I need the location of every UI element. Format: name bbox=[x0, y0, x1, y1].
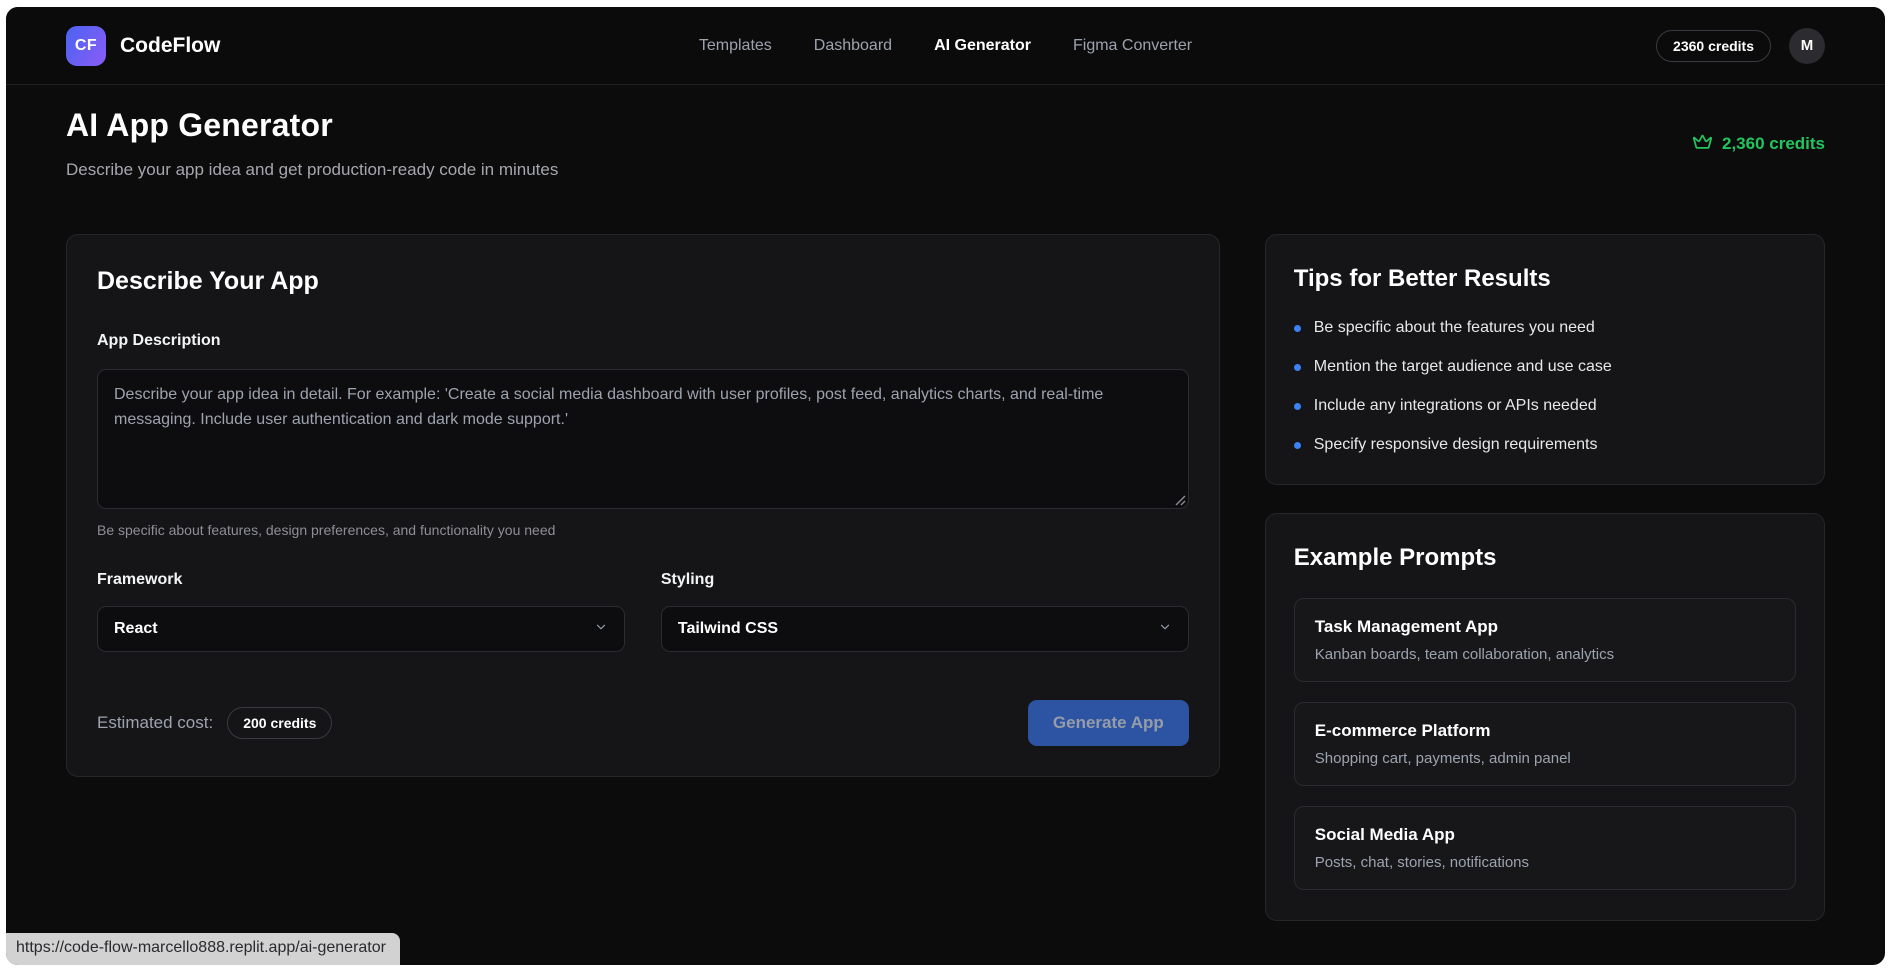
estimated-cost-label: Estimated cost: bbox=[97, 713, 214, 732]
top-navbar: CF CodeFlow Templates Dashboard AI Gener… bbox=[6, 7, 1885, 85]
card-title: Describe Your App bbox=[97, 267, 319, 295]
example-prompts-title: Example Prompts bbox=[1293, 544, 1497, 571]
generate-app-button[interactable]: Generate App bbox=[1027, 700, 1189, 746]
brand-name: CodeFlow bbox=[120, 33, 221, 57]
styling-value: Tailwind CSS bbox=[677, 620, 779, 637]
browser-status-url: https://code-flow-marcello888.replit.app… bbox=[6, 933, 400, 965]
nav-item-templates[interactable]: Templates bbox=[699, 37, 772, 55]
example-prompt-task-management[interactable]: Task Management App Kanban boards, team … bbox=[1293, 598, 1796, 682]
tip-item: Specify responsive design requirements bbox=[1293, 436, 1796, 454]
page-subtitle: Describe your app idea and get productio… bbox=[66, 160, 559, 179]
sidebar: Tips for Better Results Be specific abou… bbox=[1264, 234, 1825, 921]
styling-label: Styling bbox=[660, 571, 715, 588]
crown-icon bbox=[1692, 133, 1713, 154]
tip-text: Be specific about the features you need bbox=[1313, 319, 1595, 336]
framework-value: React bbox=[114, 620, 158, 637]
describe-app-card: Describe Your App App Description Be spe… bbox=[66, 234, 1220, 777]
example-title: E-commerce Platform bbox=[1314, 721, 1491, 740]
tip-item: Be specific about the features you need bbox=[1293, 319, 1796, 337]
tip-text: Include any integrations or APIs needed bbox=[1313, 397, 1597, 414]
nav-item-ai-generator[interactable]: AI Generator bbox=[934, 37, 1031, 55]
credits-balance-text: 2,360 credits bbox=[1721, 133, 1825, 153]
example-title: Social Media App bbox=[1314, 825, 1455, 844]
tip-text: Specify responsive design requirements bbox=[1313, 436, 1598, 453]
avatar[interactable]: M bbox=[1789, 27, 1825, 64]
tip-item: Mention the target audience and use case bbox=[1293, 358, 1796, 376]
page-header: AI App Generator Describe your app idea … bbox=[66, 107, 1825, 180]
tip-item: Include any integrations or APIs needed bbox=[1293, 397, 1796, 415]
page-content: AI App Generator Describe your app idea … bbox=[6, 85, 1885, 921]
nav-item-dashboard[interactable]: Dashboard bbox=[814, 37, 892, 55]
examples-list: Task Management App Kanban boards, team … bbox=[1293, 598, 1796, 890]
codeflow-logo-icon: CF bbox=[66, 25, 106, 66]
example-title: Task Management App bbox=[1314, 617, 1499, 636]
bullet-dot-icon bbox=[1293, 363, 1301, 371]
app-window: CF CodeFlow Templates Dashboard AI Gener… bbox=[6, 7, 1885, 965]
description-helper-text: Be specific about features, design prefe… bbox=[97, 522, 556, 538]
chevron-down-icon bbox=[594, 620, 608, 639]
nav-right: 2360 credits M bbox=[1656, 27, 1825, 64]
framework-label: Framework bbox=[97, 571, 183, 588]
page-title: AI App Generator bbox=[66, 107, 333, 143]
chevron-down-icon bbox=[1158, 620, 1172, 639]
tips-card: Tips for Better Results Be specific abou… bbox=[1264, 234, 1825, 485]
styling-select[interactable]: Tailwind CSS bbox=[660, 606, 1189, 652]
estimated-cost-badge: 200 credits bbox=[227, 707, 333, 739]
app-description-input[interactable] bbox=[97, 369, 1189, 509]
example-subtitle: Shopping cart, payments, admin panel bbox=[1314, 750, 1571, 767]
tips-title: Tips for Better Results bbox=[1293, 265, 1551, 292]
brand[interactable]: CF CodeFlow bbox=[66, 25, 221, 66]
tip-text: Mention the target audience and use case bbox=[1313, 358, 1612, 375]
credits-balance: 2,360 credits bbox=[1692, 133, 1825, 154]
example-prompt-ecommerce[interactable]: E-commerce Platform Shopping cart, payme… bbox=[1293, 702, 1796, 786]
nav-links: Templates Dashboard AI Generator Figma C… bbox=[699, 37, 1192, 55]
nav-item-figma-converter[interactable]: Figma Converter bbox=[1073, 37, 1192, 55]
app-description-label: App Description bbox=[97, 332, 221, 349]
example-prompts-card: Example Prompts Task Management App Kanb… bbox=[1264, 513, 1825, 921]
example-subtitle: Kanban boards, team collaboration, analy… bbox=[1314, 646, 1615, 663]
bullet-dot-icon bbox=[1293, 441, 1301, 449]
framework-select[interactable]: React bbox=[97, 606, 625, 652]
bullet-dot-icon bbox=[1293, 324, 1301, 332]
example-prompt-social-media[interactable]: Social Media App Posts, chat, stories, n… bbox=[1293, 806, 1796, 890]
bullet-dot-icon bbox=[1293, 402, 1301, 410]
tips-list: Be specific about the features you need … bbox=[1293, 319, 1796, 454]
credits-badge: 2360 credits bbox=[1656, 29, 1771, 62]
example-subtitle: Posts, chat, stories, notifications bbox=[1314, 854, 1530, 871]
